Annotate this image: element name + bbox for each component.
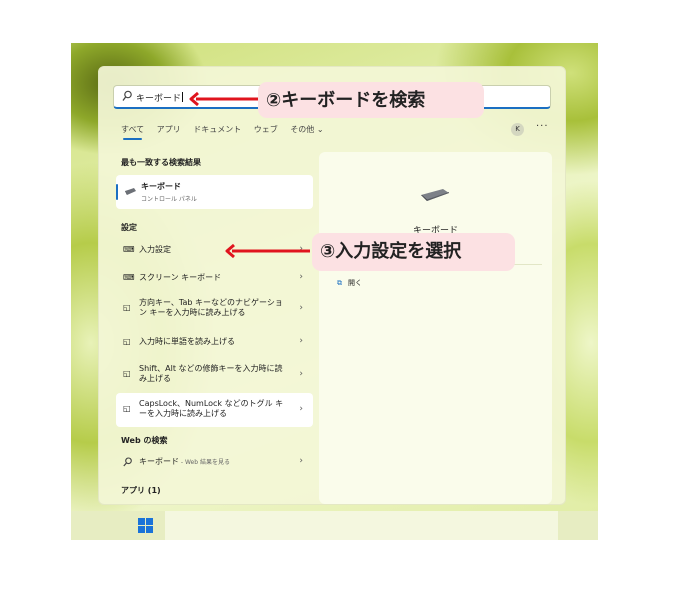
- tab-documents[interactable]: ドキュメント: [193, 124, 241, 135]
- windows-logo-icon: [146, 526, 153, 533]
- narrator-icon: ◱: [123, 337, 131, 346]
- settings-item-label: 方向キー、Tab キーなどのナビゲーション キーを入力時に読み上げる: [139, 298, 283, 317]
- section-settings: 設定: [121, 223, 137, 232]
- keyboard-icon: [421, 189, 449, 201]
- windows-logo-icon: [138, 518, 145, 525]
- search-input-value: キーボード: [136, 92, 184, 104]
- open-action-label: 開く: [348, 279, 362, 287]
- taskbar: [71, 511, 598, 540]
- tab-apps[interactable]: アプリ: [157, 124, 181, 135]
- filter-tabs: すべて アプリ ドキュメント ウェブ その他 ⌄: [121, 124, 334, 140]
- narrator-icon: ◱: [123, 404, 131, 413]
- web-search-item[interactable]: キーボード - Web 結果を見る ›: [116, 448, 313, 476]
- web-search-label: キーボード: [139, 457, 179, 466]
- windows-logo-icon: [138, 526, 145, 533]
- taskbar-search-area[interactable]: [165, 511, 558, 540]
- annotation-arrow-search: [189, 91, 258, 107]
- chevron-right-icon: ›: [299, 369, 303, 379]
- settings-item-modifier-keys[interactable]: ◱ Shift、Alt などの修飾キーを入力時に読み上げる ›: [116, 358, 313, 392]
- settings-item-label: CapsLock、NumLock などのトグル キーを入力時に読み上げる: [139, 399, 284, 418]
- keyboard-icon: ⌨: [123, 245, 135, 254]
- open-action[interactable]: ⧉ 開く: [337, 278, 362, 288]
- avatar[interactable]: K: [511, 123, 524, 136]
- best-match-result[interactable]: キーボード コントロール パネル: [116, 175, 313, 209]
- search-icon: [123, 457, 132, 467]
- annotation-arrow-select: [225, 243, 310, 259]
- tab-more[interactable]: その他 ⌄: [290, 124, 323, 135]
- chevron-right-icon: ›: [299, 404, 303, 414]
- windows-logo-icon: [146, 518, 153, 525]
- text-caret: [182, 92, 184, 102]
- more-button[interactable]: ···: [536, 121, 549, 132]
- preview-pane: キーボード ⧉ 開く: [319, 152, 552, 504]
- selection-indicator: [116, 184, 118, 200]
- chevron-right-icon: ›: [299, 303, 303, 313]
- section-web: Web の検索: [121, 436, 168, 445]
- keyboard-icon: [125, 188, 136, 195]
- settings-item-read-words[interactable]: ◱ 入力時に単語を読み上げる ›: [116, 328, 313, 356]
- windows-start-button[interactable]: [138, 518, 153, 533]
- settings-item-label: Shift、Alt などの修飾キーを入力時に読み上げる: [139, 364, 283, 383]
- best-match-subtitle: コントロール パネル: [141, 196, 197, 203]
- section-best-match: 最も一致する検索結果: [121, 158, 201, 167]
- narrator-icon: ◱: [123, 369, 131, 378]
- chevron-right-icon: ›: [299, 336, 303, 346]
- keyboard-icon: ⌨: [123, 273, 135, 282]
- chevron-right-icon: ›: [299, 272, 303, 282]
- best-match-title: キーボード: [141, 182, 181, 191]
- settings-item-label: 入力時に単語を読み上げる: [139, 337, 235, 346]
- tab-all[interactable]: すべて: [121, 124, 144, 140]
- settings-item-label: スクリーン キーボード: [139, 273, 222, 282]
- web-search-suffix: - Web 結果を見る: [179, 459, 230, 466]
- search-icon: [122, 90, 132, 101]
- settings-item-nav-keys[interactable]: ◱ 方向キー、Tab キーなどのナビゲーション キーを入力時に読み上げる ›: [116, 292, 313, 326]
- settings-item-onscreen-keyboard[interactable]: ⌨ スクリーン キーボード ›: [116, 264, 313, 292]
- annotation-callout-select: ③入力設定を選択: [312, 233, 515, 271]
- annotation-callout-search: ②キーボードを検索: [258, 82, 484, 118]
- narrator-icon: ◱: [123, 303, 131, 312]
- tab-web[interactable]: ウェブ: [254, 124, 278, 135]
- section-apps: アプリ (1): [121, 486, 161, 495]
- start-menu: キーボード すべて アプリ ドキュメント ウェブ その他 ⌄ K ··· 最も一…: [98, 66, 566, 505]
- open-icon: ⧉: [337, 279, 342, 287]
- chevron-right-icon: ›: [299, 456, 303, 466]
- settings-item-toggle-keys[interactable]: ◱ CapsLock、NumLock などのトグル キーを入力時に読み上げる ›: [116, 393, 313, 427]
